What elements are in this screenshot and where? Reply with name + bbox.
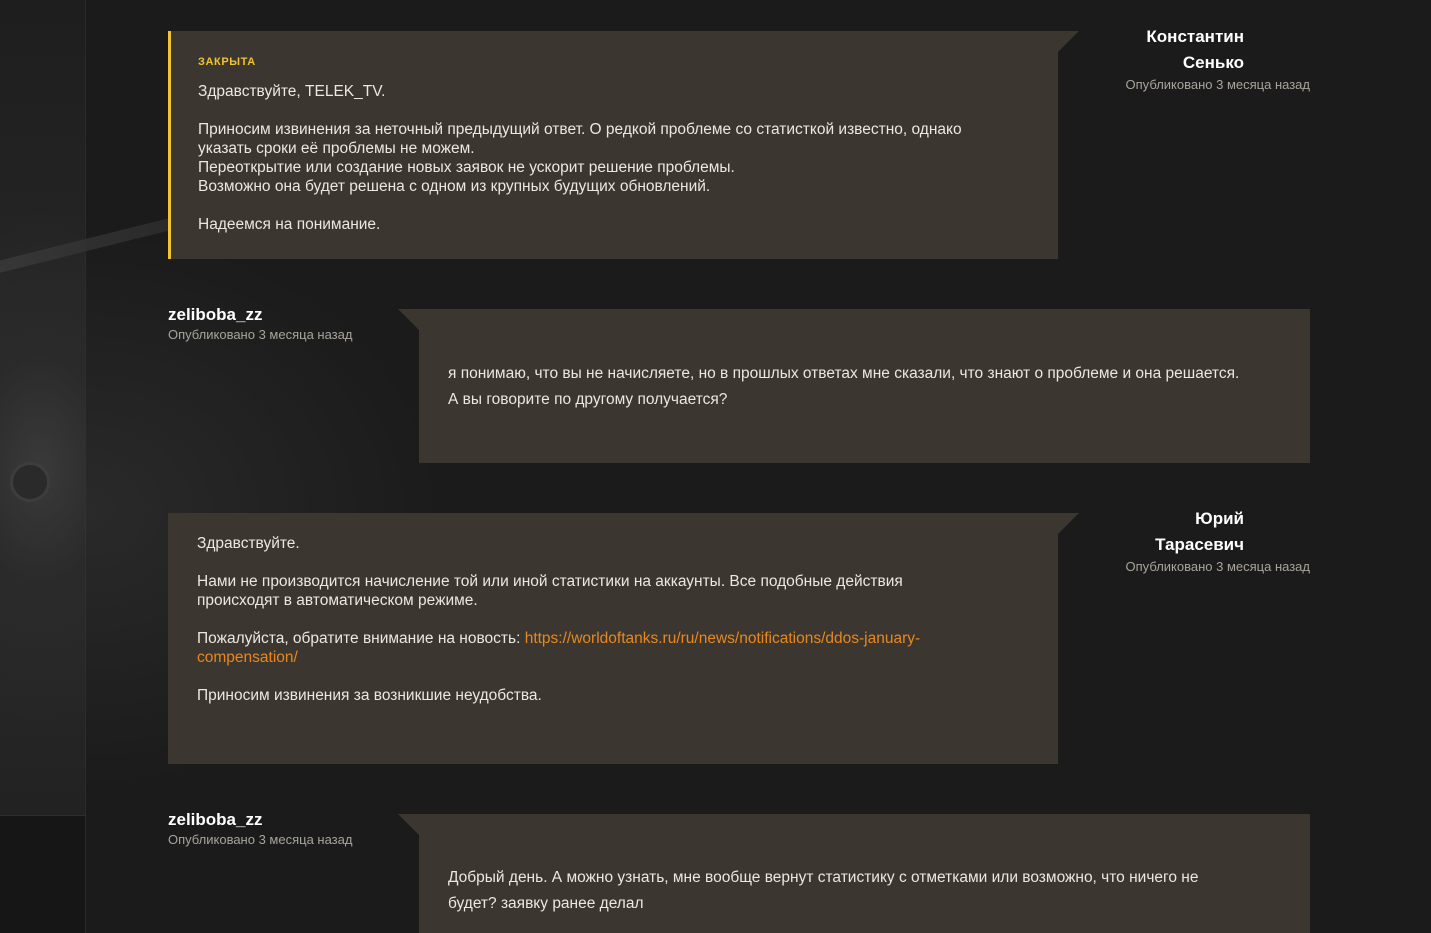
background-tank-art [0, 0, 86, 815]
bubble-notch [398, 309, 419, 330]
message-line: я понимаю, что вы не начисляете, но в пр… [448, 365, 1240, 382]
message-line: Добрый день. А можно узнать, мне вообще … [448, 869, 1199, 886]
post-timestamp: Опубликовано 3 месяца назад [1125, 559, 1310, 574]
ticket-thread-page: ЗАКРЫТА Здравствуйте, TELEK_TV. Приносим… [0, 0, 1431, 933]
message-line: Возможно она будет решена с одном из кру… [198, 178, 711, 195]
message-greeting: Здравствуйте, TELEK_TV. [198, 83, 386, 100]
news-link-continued[interactable]: compensation/ [197, 649, 298, 666]
message-news-line-continued: compensation/ [197, 648, 1058, 667]
message-closing: Приносим извинения за возникшие неудобст… [197, 687, 542, 704]
news-prefix: Пожалуйста, обратите внимание на новость… [197, 630, 525, 647]
message-line: Приносим извинения за неточный предыдущи… [198, 121, 962, 138]
user-message-bubble: Добрый день. А можно узнать, мне вообще … [398, 814, 1310, 933]
support-author-block: Константин Сенько Опубликовано 3 месяца … [1050, 24, 1310, 94]
author-name[interactable]: zeliboba_zz [168, 304, 388, 326]
message-greeting: Здравствуйте. [197, 535, 300, 552]
ticket-status-badge: ЗАКРЫТА [198, 56, 256, 68]
message-line: будет? заявку ранее делал [448, 895, 644, 912]
author-first-name[interactable]: Юрий [1104, 506, 1244, 532]
support-author-block: Юрий Тарасевич Опубликовано 3 месяца наз… [1050, 506, 1310, 576]
tank-wheel-decoration [10, 462, 50, 502]
user-author-block: zeliboba_zz Опубликовано 3 месяца назад [168, 304, 388, 344]
author-first-name[interactable]: Константин [1104, 24, 1244, 50]
bubble-notch [398, 814, 419, 835]
post-timestamp: Опубликовано 3 месяца назад [168, 327, 353, 342]
author-name[interactable]: zeliboba_zz [168, 809, 388, 831]
support-message-bubble: Здравствуйте. Нами не производится начис… [168, 513, 1079, 764]
support-message-bubble: ЗАКРЫТА Здравствуйте, TELEK_TV. Приносим… [168, 31, 1079, 259]
message-closing: Надеемся на понимание. [198, 216, 381, 233]
message-line: указать сроки её проблемы не можем. [198, 140, 475, 157]
message-line: происходят в автоматическом режиме. [197, 592, 478, 609]
user-author-block: zeliboba_zz Опубликовано 3 месяца назад [168, 809, 388, 849]
message-line: Нами не производится начисление той или … [197, 573, 903, 590]
post-timestamp: Опубликовано 3 месяца назад [1125, 77, 1310, 92]
news-link[interactable]: https://worldoftanks.ru/ru/news/notifica… [525, 630, 920, 647]
background-footer-strip [0, 815, 86, 933]
message-line: А вы говорите по другому получается? [448, 391, 728, 408]
user-message-bubble: я понимаю, что вы не начисляете, но в пр… [398, 309, 1310, 463]
post-timestamp: Опубликовано 3 месяца назад [168, 832, 353, 847]
message-news-line: Пожалуйста, обратите внимание на новость… [197, 629, 1058, 648]
message-line: Переоткрытие или создание новых заявок н… [198, 159, 735, 176]
author-last-name[interactable]: Тарасевич [1104, 532, 1244, 558]
author-last-name[interactable]: Сенько [1104, 50, 1244, 76]
